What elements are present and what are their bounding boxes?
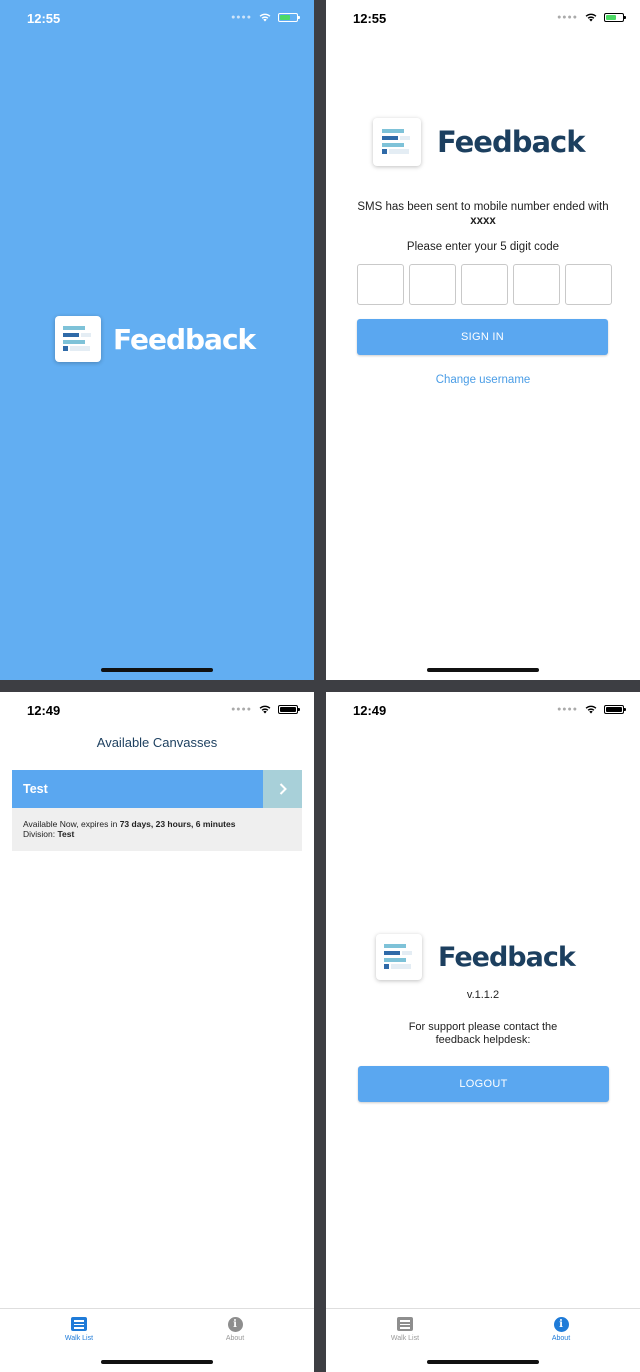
- code-digit-input[interactable]: [357, 264, 404, 305]
- list-icon: [71, 1317, 87, 1331]
- feedback-logo-icon: [376, 934, 422, 980]
- chevron-right-icon: [279, 783, 287, 795]
- info-icon: i: [227, 1316, 243, 1332]
- verify-screen: 12:55 ●●●● Feedback SMS has been sent to…: [326, 0, 640, 680]
- wifi-icon: [259, 13, 271, 22]
- canvass-card[interactable]: Test Available Now, expires in 73 days, …: [12, 770, 302, 851]
- status-time: 12:55: [27, 11, 61, 26]
- canvass-header[interactable]: Test: [12, 770, 302, 808]
- page-title: Available Canvasses: [96, 735, 218, 750]
- battery-icon: [604, 12, 626, 22]
- status-bar: 12:55 ●●●●: [0, 0, 314, 34]
- code-input-row: [357, 264, 612, 305]
- wifi-icon: [259, 705, 271, 714]
- status-time: 12:49: [353, 703, 387, 718]
- home-indicator: [427, 1360, 539, 1364]
- battery-icon: [278, 12, 300, 22]
- home-indicator: [427, 668, 539, 672]
- status-bar: 12:49 ●●●●: [0, 692, 314, 726]
- status-time: 12:55: [353, 11, 387, 26]
- tab-label: Walk List: [390, 1335, 420, 1342]
- list-icon: [397, 1317, 413, 1331]
- signal-icon: ●●●●: [231, 13, 252, 21]
- division-value: Test: [57, 829, 75, 839]
- feedback-logo-icon: [373, 118, 421, 166]
- home-indicator: [101, 1360, 213, 1364]
- sign-in-button[interactable]: SIGN IN: [357, 319, 608, 355]
- battery-icon: [604, 704, 626, 714]
- sms-message: SMS has been sent to mobile number ended…: [356, 200, 610, 228]
- status-bar: 12:55 ●●●●: [326, 0, 640, 34]
- info-icon: i: [553, 1316, 569, 1332]
- tab-walk-list[interactable]: Walk List: [365, 1316, 445, 1342]
- expiry-duration: 73 days, 23 hours, 6 minutes: [119, 819, 236, 829]
- open-canvass-button[interactable]: [263, 770, 302, 808]
- app-logo: Feedback: [55, 316, 256, 362]
- status-time: 12:49: [27, 703, 61, 718]
- tab-walk-list[interactable]: Walk List: [39, 1316, 119, 1342]
- code-digit-input[interactable]: [461, 264, 508, 305]
- division-label: Division:: [23, 829, 58, 839]
- brand-name: Feedback: [113, 322, 256, 356]
- code-digit-input[interactable]: [409, 264, 456, 305]
- about-screen: 12:49 ●●●● Feedback v.1.1.2 For support …: [326, 692, 640, 1372]
- support-text: For support please contact the feedback …: [408, 1021, 558, 1046]
- masked-number: xxxx: [470, 215, 496, 227]
- tab-label: About: [551, 1335, 571, 1342]
- tab-about[interactable]: i About: [521, 1316, 601, 1342]
- feedback-logo-icon: [55, 316, 101, 362]
- logout-button[interactable]: LOGOUT: [358, 1066, 609, 1102]
- brand-name: Feedback: [438, 941, 576, 973]
- canvass-details: Available Now, expires in 73 days, 23 ho…: [12, 808, 302, 851]
- signal-icon: ●●●●: [231, 705, 252, 713]
- signal-icon: ●●●●: [557, 13, 578, 21]
- code-digit-input[interactable]: [513, 264, 560, 305]
- app-logo: Feedback: [373, 118, 586, 166]
- code-prompt: Please enter your 5 digit code: [406, 241, 560, 253]
- battery-icon: [278, 704, 300, 714]
- canvass-name: Test: [23, 782, 48, 796]
- tab-label: About: [225, 1335, 245, 1342]
- app-version: v.1.1.2: [466, 989, 500, 1001]
- screenshot-grid: 12:55 ●●●● Feedback 12:55 ●●●● Feedback …: [0, 0, 640, 1372]
- home-indicator: [101, 668, 213, 672]
- sms-text: SMS has been sent to mobile number ended…: [357, 201, 609, 213]
- canvasses-screen: 12:49 ●●●● Available Canvasses Test Avai…: [0, 692, 314, 1372]
- app-logo: Feedback: [376, 934, 576, 980]
- signal-icon: ●●●●: [557, 705, 578, 713]
- tab-about[interactable]: i About: [195, 1316, 275, 1342]
- brand-name: Feedback: [437, 125, 586, 159]
- availability-text: Available Now, expires in: [23, 819, 120, 829]
- wifi-icon: [585, 13, 597, 22]
- status-bar: 12:49 ●●●●: [326, 692, 640, 726]
- code-digit-input[interactable]: [565, 264, 612, 305]
- tab-label: Walk List: [64, 1335, 94, 1342]
- wifi-icon: [585, 705, 597, 714]
- splash-screen: 12:55 ●●●● Feedback: [0, 0, 314, 680]
- change-username-link[interactable]: Change username: [356, 374, 610, 386]
